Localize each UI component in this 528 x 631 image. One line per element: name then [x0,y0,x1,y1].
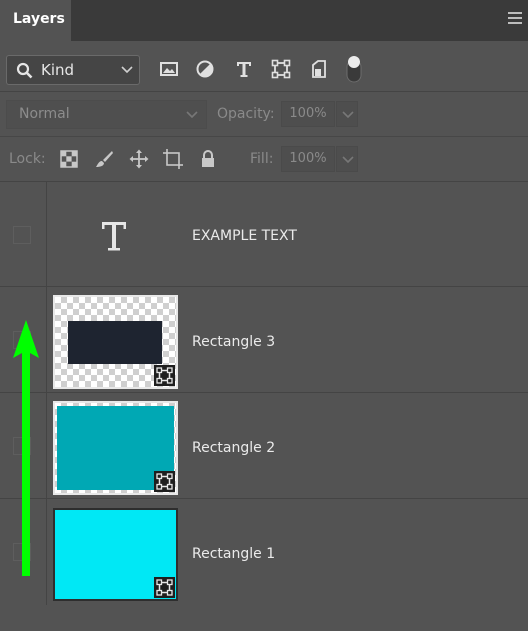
fill-dropdown-button[interactable] [336,146,358,172]
shape-layer-badge-icon [154,471,175,492]
layer-thumbnail [53,295,178,389]
lock-row: Lock: Fill: 100% [0,137,528,182]
chevron-down-icon [342,156,354,164]
blend-row: Normal Opacity: 100% [0,92,528,137]
panel-tab-bar: Layers [0,0,528,41]
adjustment-filter-icon[interactable] [195,59,217,81]
chevron-down-icon [186,111,198,119]
layers-tab[interactable]: Layers [0,0,71,41]
layer-thumbnail [53,508,178,601]
opacity-dropdown-button[interactable] [336,101,358,127]
fill-label: Fill: [250,151,274,167]
filter-kind-label: Kind [41,61,75,79]
type-filter-icon[interactable] [234,59,256,81]
smart-object-filter-icon[interactable] [309,59,331,81]
image-filter-icon[interactable] [159,59,181,81]
shape-layer-badge-icon [154,577,175,598]
shape-filter-icon[interactable] [271,59,293,81]
opacity-label: Opacity: [217,106,275,122]
lock-label: Lock: [9,151,46,167]
panel-menu-icon[interactable] [508,12,522,24]
fill-field[interactable]: 100% [281,146,335,172]
layer-row-rectangle-3[interactable]: Rectangle 3 [0,287,528,393]
filter-row: Kind [0,41,528,92]
upward-arrow-annotation-icon [13,320,39,576]
blend-mode-value: Normal [19,106,70,122]
visibility-column [0,182,47,286]
layer-name: EXAMPLE TEXT [192,228,297,244]
layer-row-rectangle-1[interactable]: Rectangle 1 [0,499,528,605]
chevron-down-icon [342,111,354,119]
layer-thumbnail [53,401,178,495]
rectangle-shape [68,321,162,364]
layer-row-example-text[interactable]: EXAMPLE TEXT [0,182,528,287]
chevron-down-icon [121,66,133,74]
lock-transparent-pixels-icon[interactable] [59,149,79,169]
lock-all-icon[interactable] [198,149,218,169]
blend-mode-dropdown[interactable]: Normal [6,100,207,129]
shape-layer-badge-icon [154,365,175,386]
layer-row-rectangle-2[interactable]: Rectangle 2 [0,393,528,499]
lock-image-pixels-icon[interactable] [94,149,114,169]
layer-name: Rectangle 1 [192,546,276,562]
search-icon [16,62,33,79]
layer-name: Rectangle 2 [192,440,276,456]
lock-artboard-icon[interactable] [163,149,183,169]
visibility-toggle[interactable] [13,226,31,244]
layer-name: Rectangle 3 [192,334,276,350]
filter-toggle[interactable] [346,56,362,83]
lock-position-icon[interactable] [129,149,149,169]
filter-kind-dropdown[interactable]: Kind [6,55,140,85]
layers-list: EXAMPLE TEXT Rectangle 3 Rectangle 2 Rec… [0,182,528,631]
opacity-field[interactable]: 100% [281,101,335,127]
type-layer-icon [102,222,126,251]
